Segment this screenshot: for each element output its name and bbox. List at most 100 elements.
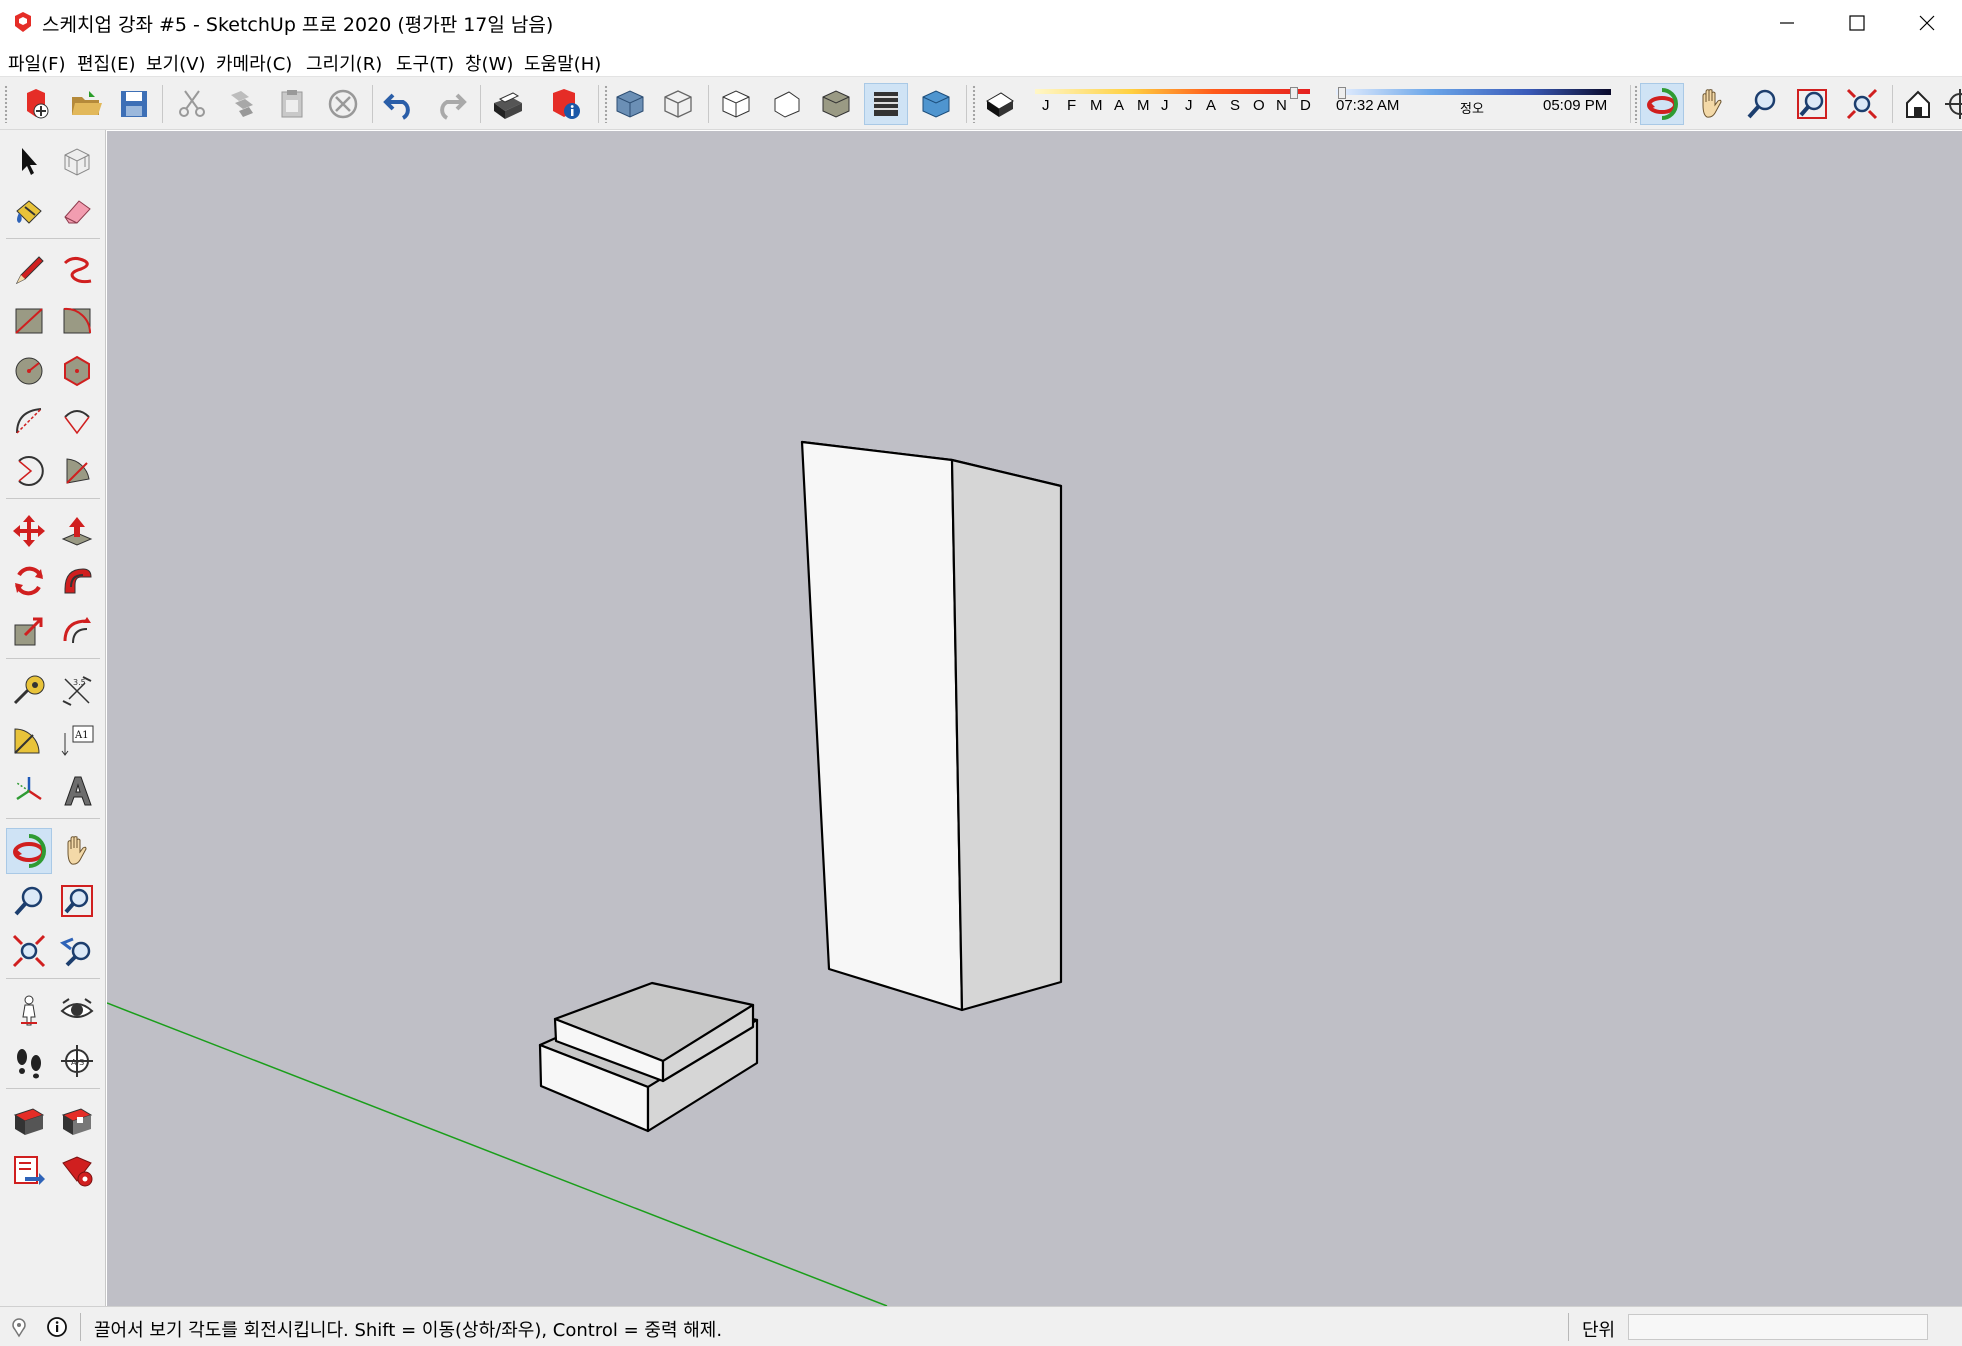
orbit-icon[interactable] (6, 828, 52, 874)
three-point-arc-icon[interactable] (6, 448, 52, 494)
tape-measure-icon[interactable] (6, 668, 52, 714)
month-label: S (1230, 97, 1241, 114)
two-point-arc-icon[interactable] (54, 398, 100, 444)
paste-icon[interactable] (270, 83, 314, 125)
menu-file[interactable]: 파일(F) (8, 50, 66, 76)
minimize-button[interactable] (1752, 0, 1822, 46)
walk-icon[interactable] (6, 1038, 52, 1084)
monochrome-icon[interactable] (764, 83, 808, 125)
model-canvas[interactable] (107, 131, 1962, 1306)
cut-icon[interactable] (170, 83, 214, 125)
select-icon[interactable] (6, 138, 52, 184)
hidden-line-icon[interactable] (714, 83, 758, 125)
zoom-icon[interactable] (1740, 83, 1784, 125)
look-around-icon[interactable] (54, 988, 100, 1034)
zoom-window-icon[interactable] (1790, 83, 1834, 125)
redo-icon[interactable] (428, 83, 472, 125)
open-folder-icon[interactable] (64, 83, 108, 125)
rotated-rectangle-icon[interactable] (54, 298, 100, 344)
pan-icon[interactable] (54, 828, 100, 874)
pan-icon[interactable] (1690, 83, 1734, 125)
line-icon[interactable] (6, 248, 52, 294)
position-camera-icon[interactable] (1938, 83, 1962, 125)
menu-camera[interactable]: 카메라(C) (216, 50, 292, 76)
rectangle-icon[interactable] (6, 298, 52, 344)
menu-window[interactable]: 창(W) (465, 50, 513, 76)
offset-icon[interactable] (54, 608, 100, 654)
orbit-icon[interactable] (1640, 83, 1684, 125)
shadows-icon[interactable] (978, 83, 1022, 125)
position-camera-icon[interactable] (6, 988, 52, 1034)
freehand-icon[interactable] (54, 248, 100, 294)
menu-edit[interactable]: 편집(E) (77, 50, 136, 76)
section-plane-icon[interactable]: A-S (54, 1038, 100, 1084)
menu-tools[interactable]: 도구(T) (396, 50, 454, 76)
text-icon[interactable]: A1 (54, 718, 100, 764)
month-label: N (1276, 97, 1287, 114)
eraser-icon[interactable] (54, 188, 100, 234)
wireframe-icon[interactable] (656, 83, 700, 125)
time-end-label: 05:09 PM (1543, 97, 1608, 114)
pie-icon[interactable] (54, 448, 100, 494)
month-label: J (1185, 97, 1193, 114)
undo-icon[interactable] (378, 83, 422, 125)
toolbar-grip[interactable] (4, 85, 8, 123)
dimension-icon[interactable]: 3.5 (54, 668, 100, 714)
zoom-window-icon[interactable] (54, 878, 100, 924)
shaded-blue-icon[interactable] (914, 83, 958, 125)
shaded-textures-icon[interactable] (864, 83, 908, 125)
zoom-icon[interactable] (6, 878, 52, 924)
status-bar: 끌어서 보기 각도를 회전시킵니다. Shift = 이동(상하/좌우), Co… (0, 1306, 1962, 1346)
extension-manager-icon[interactable] (54, 1148, 100, 1194)
close-button[interactable] (1892, 0, 1962, 46)
rotate-icon[interactable] (6, 558, 52, 604)
shadow-month-thumb[interactable] (1290, 87, 1298, 99)
axes-icon[interactable] (6, 768, 52, 814)
save-icon[interactable] (112, 83, 156, 125)
component-icon[interactable] (54, 138, 100, 184)
main-toolbar: J F M A M J J A S O N D 07:32 AM 정오 05:0… (0, 76, 1962, 130)
time-start-label: 07:32 AM (1336, 97, 1400, 114)
move-icon[interactable] (6, 508, 52, 554)
geo-location-icon[interactable] (8, 1316, 30, 1338)
3d-text-icon[interactable] (54, 768, 100, 814)
arc-icon[interactable] (6, 398, 52, 444)
polygon-icon[interactable] (54, 348, 100, 394)
shaded-icon[interactable] (814, 83, 858, 125)
protractor-icon[interactable] (6, 718, 52, 764)
green-axis (107, 1002, 888, 1306)
scale-icon[interactable] (6, 608, 52, 654)
month-label: O (1253, 97, 1265, 114)
menu-draw[interactable]: 그리기(R) (306, 50, 382, 76)
column-model[interactable] (538, 440, 1063, 1133)
print-icon[interactable] (486, 83, 530, 125)
month-label: J (1042, 97, 1050, 114)
send-to-layout-icon[interactable] (6, 1148, 52, 1194)
circle-icon[interactable] (6, 348, 52, 394)
menu-help[interactable]: 도움말(H) (524, 50, 601, 76)
zoom-extents-icon[interactable] (1840, 83, 1884, 125)
follow-me-icon[interactable] (54, 558, 100, 604)
measurements-input[interactable] (1628, 1314, 1928, 1340)
info-icon[interactable] (46, 1316, 68, 1338)
previous-view-icon[interactable] (54, 928, 100, 974)
erase-icon[interactable] (321, 83, 365, 125)
title-bar: 스케치업 강좌 #5 - SketchUp 프로 2020 (평가판 17일 남… (0, 0, 1962, 46)
month-label: F (1067, 97, 1077, 114)
text-tool-label: A1 (74, 730, 89, 741)
shadow-time-slider[interactable] (1336, 89, 1611, 95)
zoom-extents-icon[interactable] (6, 928, 52, 974)
menu-view[interactable]: 보기(V) (146, 50, 205, 76)
warehouse-icon[interactable] (6, 1098, 52, 1144)
model-info-icon[interactable] (544, 83, 588, 125)
shadow-month-slider[interactable] (1035, 89, 1310, 94)
new-file-icon[interactable] (14, 83, 58, 125)
xray-icon[interactable] (608, 83, 652, 125)
warehouse-icon[interactable] (1896, 83, 1940, 125)
paint-bucket-icon[interactable] (6, 188, 52, 234)
model-viewport[interactable] (107, 131, 1962, 1306)
push-pull-icon[interactable] (54, 508, 100, 554)
extension-warehouse-icon[interactable] (54, 1098, 100, 1144)
copy-icon[interactable] (220, 83, 264, 125)
maximize-button[interactable] (1822, 0, 1892, 46)
